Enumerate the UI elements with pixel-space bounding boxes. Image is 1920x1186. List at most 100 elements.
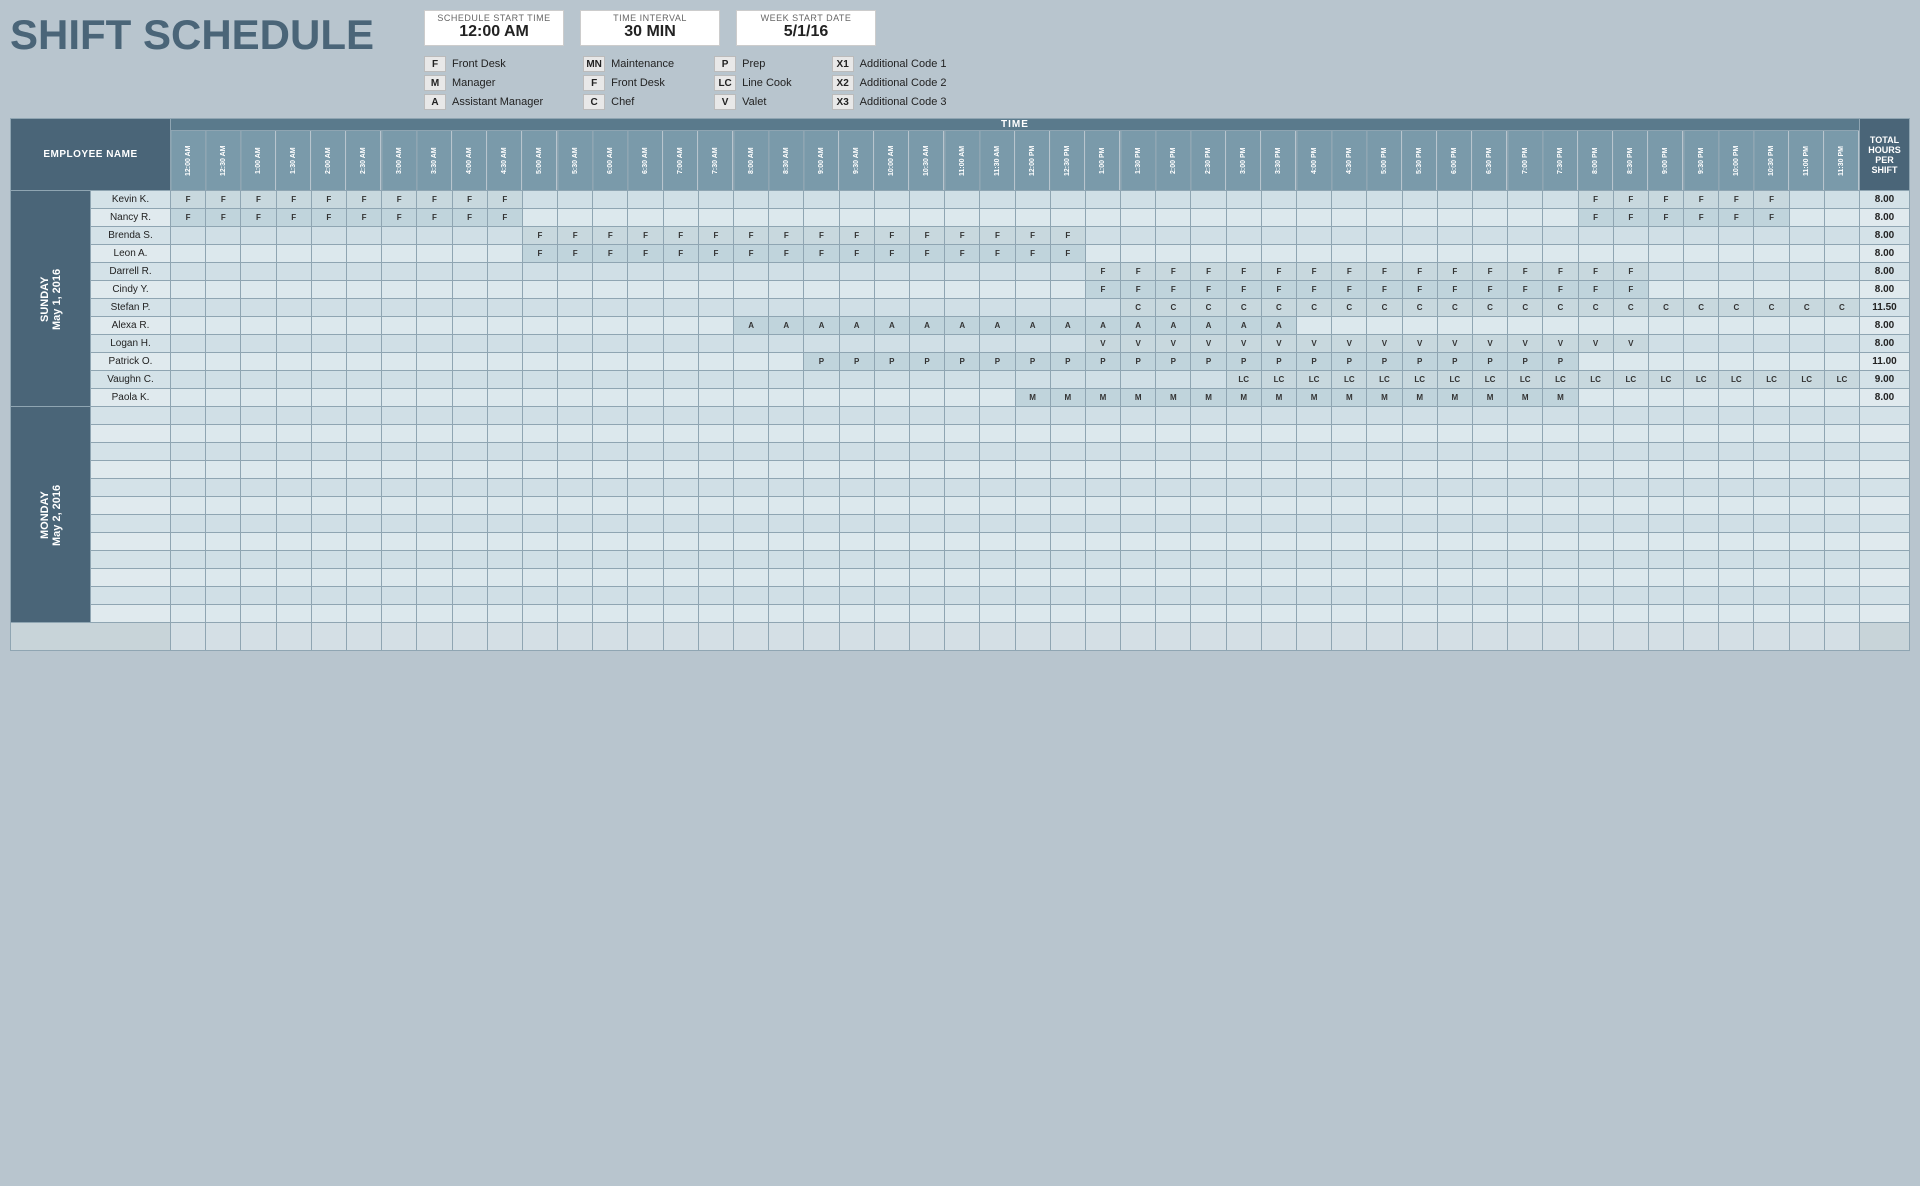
schedule-cell[interactable] [1015,281,1050,299]
schedule-cell[interactable] [1719,461,1754,479]
schedule-cell[interactable] [1754,389,1789,407]
schedule-cell[interactable] [276,479,311,497]
schedule-cell[interactable] [769,407,804,425]
schedule-cell[interactable] [1472,209,1507,227]
schedule-cell[interactable] [1367,317,1402,335]
schedule-cell[interactable] [1472,515,1507,533]
schedule-cell[interactable]: F [1754,191,1789,209]
schedule-cell[interactable] [980,479,1015,497]
schedule-cell[interactable]: F [839,227,874,245]
schedule-cell[interactable]: A [1121,317,1156,335]
schedule-cell[interactable] [1085,515,1120,533]
schedule-cell[interactable] [1508,461,1543,479]
schedule-cell[interactable] [522,587,557,605]
schedule-cell[interactable] [1121,569,1156,587]
schedule-cell[interactable]: F [1508,263,1543,281]
schedule-cell[interactable]: P [874,353,909,371]
schedule-cell[interactable] [769,461,804,479]
schedule-cell[interactable] [1261,605,1296,623]
schedule-cell[interactable] [909,263,944,281]
schedule-cell[interactable] [522,533,557,551]
schedule-cell[interactable] [1508,569,1543,587]
schedule-cell[interactable]: M [1156,389,1191,407]
schedule-cell[interactable] [487,353,522,371]
schedule-cell[interactable]: F [1261,263,1296,281]
schedule-cell[interactable] [276,281,311,299]
schedule-cell[interactable]: F [874,227,909,245]
schedule-cell[interactable] [769,515,804,533]
schedule-cell[interactable]: P [1191,353,1226,371]
schedule-cell[interactable] [311,605,346,623]
schedule-cell[interactable] [769,497,804,515]
schedule-cell[interactable]: F [1191,263,1226,281]
schedule-cell[interactable] [1789,227,1824,245]
schedule-cell[interactable] [945,479,980,497]
schedule-cell[interactable]: C [1261,299,1296,317]
schedule-cell[interactable] [276,497,311,515]
schedule-cell[interactable] [311,335,346,353]
schedule-cell[interactable] [769,371,804,389]
schedule-cell[interactable] [1684,335,1719,353]
schedule-cell[interactable] [241,461,276,479]
schedule-cell[interactable] [1297,587,1332,605]
schedule-cell[interactable] [382,587,417,605]
schedule-cell[interactable] [1684,497,1719,515]
schedule-cell[interactable] [1050,407,1085,425]
schedule-cell[interactable] [241,317,276,335]
schedule-cell[interactable] [171,587,206,605]
schedule-cell[interactable] [734,371,769,389]
schedule-cell[interactable] [487,227,522,245]
schedule-cell[interactable] [346,497,381,515]
schedule-cell[interactable] [1156,569,1191,587]
schedule-cell[interactable] [628,515,663,533]
schedule-cell[interactable] [276,227,311,245]
schedule-cell[interactable] [1297,605,1332,623]
schedule-cell[interactable]: M [1297,389,1332,407]
schedule-cell[interactable] [1015,407,1050,425]
schedule-cell[interactable] [663,371,698,389]
schedule-cell[interactable] [1156,533,1191,551]
schedule-cell[interactable]: A [1226,317,1261,335]
schedule-cell[interactable] [241,569,276,587]
schedule-cell[interactable]: P [839,353,874,371]
schedule-cell[interactable] [276,371,311,389]
schedule-cell[interactable] [382,533,417,551]
schedule-cell[interactable] [1684,461,1719,479]
schedule-cell[interactable]: P [1015,353,1050,371]
schedule-cell[interactable] [1824,353,1859,371]
schedule-cell[interactable] [593,317,628,335]
schedule-cell[interactable] [734,569,769,587]
schedule-cell[interactable] [1297,461,1332,479]
schedule-cell[interactable] [1824,461,1859,479]
schedule-cell[interactable]: F [1156,281,1191,299]
schedule-cell[interactable] [311,407,346,425]
schedule-cell[interactable] [1472,497,1507,515]
schedule-cell[interactable] [1684,443,1719,461]
schedule-cell[interactable] [1297,551,1332,569]
schedule-cell[interactable] [909,371,944,389]
schedule-cell[interactable] [241,407,276,425]
schedule-cell[interactable] [1543,245,1578,263]
schedule-cell[interactable]: F [206,209,241,227]
schedule-cell[interactable] [1297,497,1332,515]
schedule-cell[interactable] [1648,263,1683,281]
schedule-cell[interactable] [1508,407,1543,425]
schedule-cell[interactable] [1648,281,1683,299]
schedule-cell[interactable] [1402,479,1437,497]
schedule-cell[interactable] [874,281,909,299]
schedule-cell[interactable] [311,371,346,389]
schedule-cell[interactable] [417,353,452,371]
schedule-cell[interactable] [241,389,276,407]
schedule-cell[interactable] [874,299,909,317]
schedule-cell[interactable] [417,515,452,533]
schedule-cell[interactable] [1332,569,1367,587]
schedule-cell[interactable] [734,353,769,371]
schedule-cell[interactable] [1613,551,1648,569]
schedule-cell[interactable] [1226,191,1261,209]
schedule-cell[interactable] [945,425,980,443]
schedule-cell[interactable] [1226,605,1261,623]
schedule-cell[interactable] [487,281,522,299]
schedule-cell[interactable] [698,209,733,227]
schedule-cell[interactable] [769,281,804,299]
schedule-cell[interactable]: C [1789,299,1824,317]
